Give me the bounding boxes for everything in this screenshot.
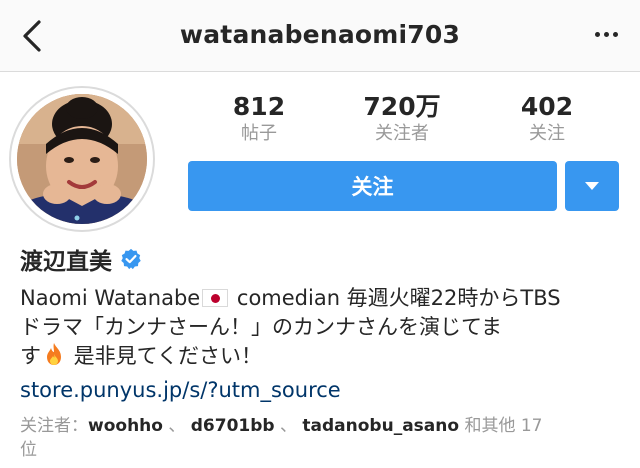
following-count: 402 bbox=[520, 92, 574, 121]
follow-button[interactable]: 关注 bbox=[188, 161, 557, 211]
follower-username[interactable]: tadanobu_asano bbox=[302, 416, 459, 436]
bio-line-2: ドラマ「カンナさーん！」のカンナさんを演じてま bbox=[20, 315, 502, 339]
suggestions-dropdown-button[interactable] bbox=[565, 161, 619, 211]
profile-avatar[interactable] bbox=[9, 86, 155, 232]
posts-label: 帖子 bbox=[241, 123, 277, 144]
followers-count: 720万 bbox=[363, 92, 441, 121]
followed-by-summary[interactable]: 关注者：woohho 、 d6701bb 、 tadanobu_asano 和其… bbox=[20, 414, 620, 462]
posts-count: 812 bbox=[232, 92, 286, 121]
following-label: 关注 bbox=[529, 123, 565, 144]
more-options-button[interactable] bbox=[592, 24, 620, 44]
top-navigation-bar: watanabenaomi703 bbox=[0, 0, 640, 72]
avatar-photo bbox=[17, 94, 147, 224]
display-name: 渡辺直美 bbox=[20, 249, 112, 275]
ellipsis-icon bbox=[594, 31, 600, 37]
bio-line-1: Naomi Watanabe comedian 毎週火曜22時からTBS bbox=[20, 286, 561, 310]
profile-bio: Naomi Watanabe comedian 毎週火曜22時からTBS ドラマ… bbox=[20, 284, 626, 371]
japan-flag-icon bbox=[202, 289, 229, 307]
followers-label: 关注者 bbox=[375, 123, 429, 144]
bio-website-link[interactable]: store.punyus.jp/s/?utm_source bbox=[20, 376, 341, 404]
caret-down-icon bbox=[585, 182, 599, 190]
verified-badge-icon bbox=[121, 248, 141, 270]
profile-name-row: 渡辺直美 bbox=[20, 244, 142, 275]
followers-stat[interactable]: 720万 关注者 bbox=[327, 92, 477, 146]
following-stat[interactable]: 402 关注 bbox=[472, 92, 622, 146]
posts-stat[interactable]: 812 帖子 bbox=[184, 92, 334, 146]
fire-icon bbox=[47, 343, 61, 365]
follower-username[interactable]: d6701bb bbox=[191, 416, 275, 436]
follower-username[interactable]: woohho bbox=[88, 416, 163, 436]
profile-username-title: watanabenaomi703 bbox=[179, 20, 461, 49]
bio-line-3: す 是非見てください！ bbox=[20, 343, 263, 368]
